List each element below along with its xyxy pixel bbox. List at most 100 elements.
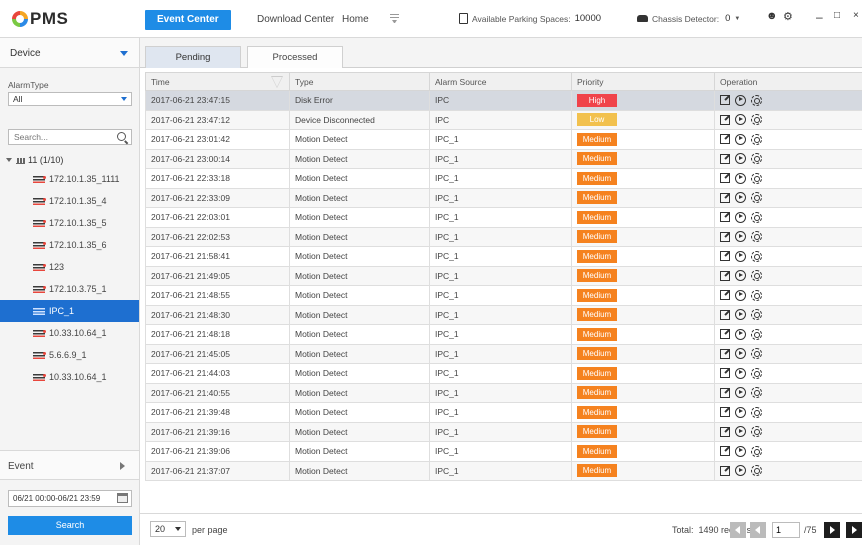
page-size-select[interactable]: 20 — [150, 521, 186, 537]
column-header-type[interactable]: Type — [289, 72, 430, 91]
expand-icon[interactable] — [6, 158, 12, 162]
chassis-dropdown-icon[interactable]: ▼ — [734, 16, 740, 22]
search-button[interactable]: Search — [8, 516, 132, 535]
table-row[interactable]: 2017-06-21 21:39:48 Motion Detect IPC_1 Med… — [145, 402, 862, 423]
edit-icon[interactable] — [720, 329, 730, 340]
play-icon[interactable] — [735, 192, 746, 204]
gear-icon[interactable] — [751, 426, 762, 438]
maximize-icon[interactable]: □ — [834, 10, 840, 21]
gear-icon[interactable] — [751, 172, 762, 184]
edit-icon[interactable] — [720, 368, 730, 379]
tree-root-node[interactable]: 11 (1/10) — [6, 155, 63, 165]
next-page-button[interactable] — [824, 522, 840, 538]
chevron-down-icon[interactable] — [120, 51, 128, 56]
gear-icon[interactable] — [751, 94, 762, 106]
table-row[interactable]: 2017-06-21 21:45:05 Motion Detect IPC_1 Med… — [145, 343, 862, 364]
edit-icon[interactable] — [720, 270, 730, 281]
edit-icon[interactable] — [720, 426, 730, 437]
edit-icon[interactable] — [720, 387, 730, 398]
table-row[interactable]: 2017-06-21 21:58:41 Motion Detect IPC_1 Med… — [145, 246, 862, 267]
chassis-value[interactable]: 0 — [725, 13, 730, 24]
play-icon[interactable] — [735, 270, 746, 282]
tree-device-item[interactable]: IPC_1 — [0, 300, 139, 322]
chevron-right-icon[interactable] — [120, 462, 125, 470]
table-row[interactable]: 2017-06-21 21:40:55 Motion Detect IPC_1 Med… — [145, 382, 862, 403]
gear-icon[interactable] — [751, 153, 762, 165]
table-row[interactable]: 2017-06-21 21:49:05 Motion Detect IPC_1 Med… — [145, 265, 862, 286]
date-range-field[interactable]: 06/21 00:00-06/21 23:59 — [8, 490, 132, 507]
table-row[interactable]: 2017-06-21 21:48:55 Motion Detect IPC_1 Med… — [145, 285, 862, 306]
play-icon[interactable] — [735, 445, 746, 457]
device-search-input[interactable] — [9, 130, 109, 144]
gear-icon[interactable] — [751, 367, 762, 379]
gear-icon[interactable] — [751, 309, 762, 321]
gear-icon[interactable] — [751, 465, 762, 477]
play-icon[interactable] — [735, 387, 746, 399]
play-icon[interactable] — [735, 348, 746, 360]
tree-device-item[interactable]: 172.10.3.75_1 — [0, 278, 139, 300]
page-number-input[interactable] — [772, 522, 800, 538]
device-panel-header[interactable]: Device — [0, 38, 139, 68]
play-icon[interactable] — [735, 367, 746, 379]
edit-icon[interactable] — [720, 407, 730, 418]
edit-icon[interactable] — [720, 446, 730, 457]
gear-icon[interactable] — [751, 270, 762, 282]
play-icon[interactable] — [735, 153, 746, 165]
first-page-button[interactable] — [730, 522, 746, 538]
table-row[interactable]: 2017-06-21 23:47:15 Disk Error IPC High — [145, 90, 862, 111]
table-row[interactable]: 2017-06-21 21:48:30 Motion Detect IPC_1 Med… — [145, 304, 862, 325]
tree-device-item[interactable]: 172.10.1.35_6 — [0, 234, 139, 256]
edit-icon[interactable] — [720, 114, 730, 125]
play-icon[interactable] — [735, 465, 746, 477]
edit-icon[interactable] — [720, 290, 730, 301]
tab-download-center[interactable]: Download Center — [257, 10, 334, 30]
play-icon[interactable] — [735, 211, 746, 223]
table-row[interactable]: 2017-06-21 23:01:42 Motion Detect IPC_1 Med… — [145, 129, 862, 150]
edit-icon[interactable] — [720, 231, 730, 242]
tree-device-item[interactable]: 10.33.10.64_1 — [0, 366, 139, 388]
play-icon[interactable] — [735, 309, 746, 321]
device-search[interactable] — [8, 129, 132, 145]
close-icon[interactable]: × — [853, 10, 859, 21]
more-tabs-icon[interactable] — [390, 14, 399, 23]
sort-icon[interactable] — [271, 76, 283, 88]
play-icon[interactable] — [735, 426, 746, 438]
table-row[interactable]: 2017-06-21 21:37:07 Motion Detect IPC_1 Med… — [145, 460, 862, 481]
tab-processed[interactable]: Processed — [247, 46, 343, 68]
gear-icon[interactable] — [751, 211, 762, 223]
gear-icon[interactable] — [751, 348, 762, 360]
edit-icon[interactable] — [720, 212, 730, 223]
table-row[interactable]: 2017-06-21 22:03:01 Motion Detect IPC_1 Med… — [145, 207, 862, 228]
tab-event-center[interactable]: Event Center — [145, 10, 231, 30]
play-icon[interactable] — [735, 94, 746, 106]
play-icon[interactable] — [735, 172, 746, 184]
gear-icon[interactable] — [751, 114, 762, 126]
play-icon[interactable] — [735, 133, 746, 145]
edit-icon[interactable] — [720, 134, 730, 145]
table-row[interactable]: 2017-06-21 22:02:53 Motion Detect IPC_1 Med… — [145, 226, 862, 247]
gear-icon[interactable] — [751, 406, 762, 418]
gear-icon[interactable] — [751, 231, 762, 243]
table-row[interactable]: 2017-06-21 23:00:14 Motion Detect IPC_1 Med… — [145, 148, 862, 169]
tree-device-item[interactable]: 10.33.10.64_1 — [0, 322, 139, 344]
table-row[interactable]: 2017-06-21 21:48:18 Motion Detect IPC_1 Med… — [145, 324, 862, 345]
tree-device-item[interactable]: 172.10.1.35_4 — [0, 190, 139, 212]
gear-icon[interactable] — [751, 289, 762, 301]
edit-icon[interactable] — [720, 309, 730, 320]
tree-device-item[interactable]: 5.6.6.9_1 — [0, 344, 139, 366]
event-panel-header[interactable]: Event — [0, 450, 139, 480]
user-icon[interactable]: ☻ — [766, 10, 778, 22]
column-header-time[interactable]: Time — [145, 72, 290, 91]
gear-icon[interactable] — [751, 328, 762, 340]
play-icon[interactable] — [735, 231, 746, 243]
play-icon[interactable] — [735, 289, 746, 301]
gear-icon[interactable] — [751, 133, 762, 145]
tree-device-item[interactable]: 172.10.1.35_5 — [0, 212, 139, 234]
gear-icon[interactable] — [751, 250, 762, 262]
tree-device-item[interactable]: 172.10.1.35_1111 — [0, 168, 139, 190]
last-page-button[interactable] — [846, 522, 862, 538]
column-header-alarm-source[interactable]: Alarm Source — [429, 72, 572, 91]
search-icon[interactable] — [117, 132, 126, 141]
calendar-icon[interactable] — [117, 493, 128, 503]
minimize-icon[interactable]: – — [816, 10, 823, 24]
